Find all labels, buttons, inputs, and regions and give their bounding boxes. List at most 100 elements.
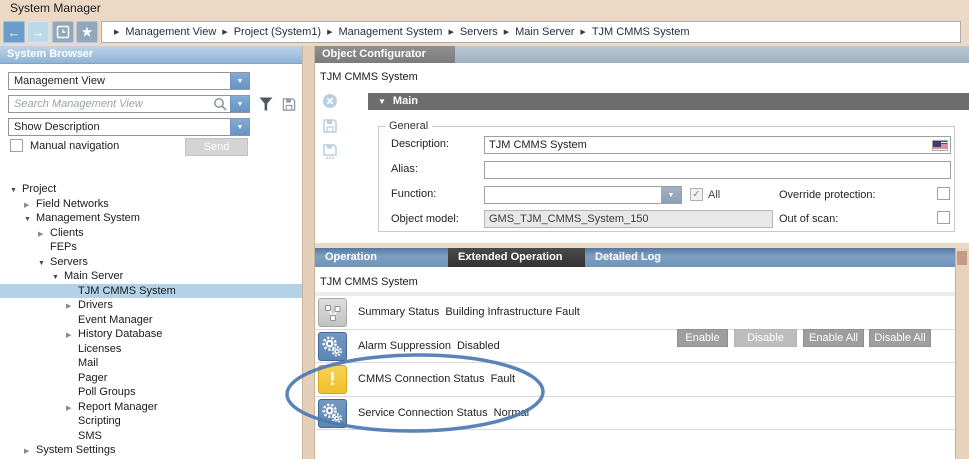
tree-item-sms[interactable]: SMS bbox=[0, 429, 302, 444]
panel-splitter[interactable] bbox=[302, 46, 315, 459]
breadcrumb[interactable]: ▶ Management View ▶ Project (System1) ▶ Manag… bbox=[101, 21, 961, 43]
tree-item-label: Drivers bbox=[78, 299, 113, 311]
enable-button[interactable]: Enable bbox=[677, 329, 728, 347]
search-input[interactable] bbox=[9, 96, 213, 112]
tree-item-event-manager[interactable]: Event Manager bbox=[0, 313, 302, 328]
tree-item-mail[interactable]: Mail bbox=[0, 356, 302, 371]
object-model-label: Object model: bbox=[391, 213, 459, 225]
send-button[interactable]: Send bbox=[185, 138, 248, 156]
collapse-arrow-icon[interactable]: ▼ bbox=[38, 257, 50, 272]
tree-item-project[interactable]: ▼Project bbox=[0, 182, 302, 197]
tree-item-main-server[interactable]: ▼Main Server bbox=[0, 269, 302, 284]
status-label-text: Summary Status bbox=[358, 306, 439, 318]
status-label-text: Alarm Suppression bbox=[358, 340, 451, 352]
all-checkbox[interactable]: ✓ bbox=[690, 188, 703, 201]
chevron-down-icon[interactable]: ▼ bbox=[230, 73, 249, 89]
status-row-label: Service Connection Status Normal bbox=[358, 397, 529, 431]
expand-arrow-icon[interactable]: ▶ bbox=[66, 402, 78, 417]
tree-item-drivers[interactable]: ▶Drivers bbox=[0, 298, 302, 313]
tree-item-report-manager[interactable]: ▶Report Manager bbox=[0, 400, 302, 415]
tree-item-pager[interactable]: Pager bbox=[0, 371, 302, 386]
tree-item-management-system[interactable]: ▼Management System bbox=[0, 211, 302, 226]
breadcrumb-item[interactable]: Servers bbox=[460, 26, 498, 38]
tab-operation[interactable]: Operation bbox=[315, 248, 448, 267]
status-value: Fault bbox=[491, 373, 515, 385]
favorites-button[interactable]: ★ bbox=[76, 21, 98, 43]
tree-item-label: System Settings bbox=[36, 444, 115, 456]
enable-all-button[interactable]: Enable All bbox=[803, 329, 864, 347]
breadcrumb-arrow-icon: ▶ bbox=[504, 28, 509, 36]
object-configurator-tab[interactable]: Object Configurator bbox=[315, 46, 455, 63]
expand-arrow-icon[interactable]: ▶ bbox=[38, 228, 50, 243]
tree-item-clients[interactable]: ▶Clients bbox=[0, 226, 302, 241]
tree-item-licenses[interactable]: Licenses bbox=[0, 342, 302, 357]
expand-arrow-icon[interactable]: ▶ bbox=[24, 445, 36, 459]
tree-item-history-database[interactable]: ▶History Database bbox=[0, 327, 302, 342]
back-button[interactable]: ← bbox=[3, 21, 25, 43]
save-filter-icon[interactable] bbox=[281, 97, 297, 112]
view-selector-dropdown[interactable]: Management View ▼ bbox=[8, 72, 250, 90]
breadcrumb-arrow-icon: ▶ bbox=[222, 28, 227, 36]
forward-button[interactable]: → bbox=[27, 21, 49, 43]
scrollbar-thumb[interactable] bbox=[957, 251, 967, 265]
tree-item-scripting[interactable]: Scripting bbox=[0, 414, 302, 429]
left-arrow-icon: ← bbox=[8, 25, 21, 40]
recent-items-button[interactable] bbox=[52, 21, 74, 43]
disable-all-button[interactable]: Disable All bbox=[869, 329, 931, 347]
recent-window-icon bbox=[56, 25, 70, 39]
breadcrumb-item[interactable]: Project (System1) bbox=[234, 26, 321, 38]
breadcrumb-arrow-icon: ▶ bbox=[448, 28, 453, 36]
status-row: Summary StatusBuilding Infrastructure Fa… bbox=[315, 296, 955, 330]
status-value: Normal bbox=[494, 407, 529, 419]
tree-item-label: Event Manager bbox=[78, 314, 153, 326]
tree-item-label: Management System bbox=[36, 212, 140, 224]
breadcrumb-item[interactable]: Main Server bbox=[515, 26, 574, 38]
save-as-icon[interactable] bbox=[322, 144, 338, 160]
tree-item-field-networks[interactable]: ▶Field Networks bbox=[0, 197, 302, 212]
function-dropdown[interactable]: ▼ bbox=[484, 186, 682, 204]
expand-arrow-icon[interactable]: ▶ bbox=[66, 329, 78, 344]
filter-icon[interactable] bbox=[258, 97, 274, 111]
expand-arrow-icon[interactable]: ▶ bbox=[66, 300, 78, 315]
tree-item-label: Clients bbox=[50, 227, 84, 239]
configurator-object-name: TJM CMMS System bbox=[320, 71, 418, 83]
description-selector-dropdown[interactable]: Show Description ▼ bbox=[8, 118, 250, 136]
override-protection-label: Override protection: bbox=[779, 189, 876, 201]
status-label-text: CMMS Connection Status bbox=[358, 373, 485, 385]
tree-item-system-settings[interactable]: ▶System Settings bbox=[0, 443, 302, 458]
scrollbar-track[interactable] bbox=[955, 248, 969, 459]
out-of-scan-checkbox[interactable] bbox=[937, 211, 950, 224]
manual-navigation-checkbox[interactable] bbox=[10, 139, 23, 152]
override-protection-checkbox[interactable] bbox=[937, 187, 950, 200]
tab-extended-operation[interactable]: Extended Operation bbox=[448, 248, 585, 267]
main-section-header[interactable]: ▼Main bbox=[368, 93, 969, 110]
breadcrumb-arrow-icon: ▶ bbox=[580, 28, 585, 36]
description-label: Description: bbox=[391, 138, 449, 150]
tree-item-label: Scripting bbox=[78, 415, 121, 427]
tree-item-label: Licenses bbox=[78, 343, 121, 355]
description-field[interactable] bbox=[484, 136, 951, 154]
collapse-arrow-icon[interactable]: ▼ bbox=[24, 213, 36, 228]
alias-field[interactable] bbox=[484, 161, 951, 179]
collapse-arrow-icon[interactable]: ▼ bbox=[52, 271, 64, 286]
chevron-down-icon[interactable]: ▼ bbox=[661, 187, 681, 203]
discard-changes-icon[interactable] bbox=[322, 93, 338, 109]
tree-item-poll-groups[interactable]: Poll Groups bbox=[0, 385, 302, 400]
tree-item-tjm-cmms-system[interactable]: TJM CMMS System bbox=[0, 284, 302, 299]
status-row-label: Alarm SuppressionDisabled bbox=[358, 330, 500, 364]
collapse-arrow-icon[interactable]: ▼ bbox=[10, 184, 22, 199]
disable-button[interactable]: Disable bbox=[734, 329, 797, 347]
search-box: ▼ bbox=[8, 95, 250, 113]
breadcrumb-item[interactable]: TJM CMMS System bbox=[592, 26, 690, 38]
breadcrumb-item[interactable]: Management View bbox=[125, 26, 216, 38]
search-options-chevron-icon[interactable]: ▼ bbox=[230, 96, 249, 112]
chevron-down-icon[interactable]: ▼ bbox=[230, 119, 249, 135]
status-label-text: Service Connection Status bbox=[358, 407, 488, 419]
system-manager-window: System Manager ← → ★ ▶Management View▶Pr… bbox=[0, 0, 969, 459]
warning-icon: ! bbox=[318, 365, 347, 394]
breadcrumb-item[interactable]: Management System bbox=[339, 26, 443, 38]
tab-detailed-log[interactable]: Detailed Log bbox=[585, 248, 719, 267]
tree-item-servers[interactable]: ▼Servers bbox=[0, 255, 302, 270]
tree-item-feps[interactable]: FEPs bbox=[0, 240, 302, 255]
save-icon[interactable] bbox=[322, 118, 338, 134]
